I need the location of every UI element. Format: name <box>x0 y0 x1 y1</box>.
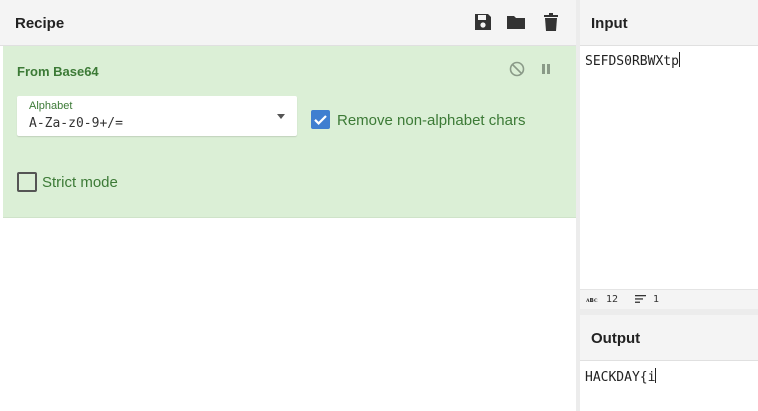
input-status-bar: ᴀʙᴄ 12 1 <box>580 289 758 309</box>
recipe-pane: Recipe From Base64 Alphabet A-Za-z0-9+/=… <box>0 0 576 411</box>
check-icon <box>314 115 327 125</box>
operation-title: From Base64 <box>17 64 99 79</box>
lines-icon <box>635 294 646 307</box>
output-textarea[interactable]: HACKDAY{i <box>585 368 657 385</box>
folder-icon[interactable] <box>506 12 526 32</box>
output-text: HACKDAY{i <box>585 370 656 385</box>
alphabet-label: Alphabet <box>29 100 73 112</box>
input-lines: 1 <box>653 294 660 305</box>
recipe-header: Recipe <box>0 0 576 46</box>
input-text: SEFDS0RBWXtp <box>585 54 679 69</box>
recipe-title: Recipe <box>15 15 65 32</box>
output-header: Output <box>580 315 758 361</box>
trash-icon[interactable] <box>541 12 561 32</box>
save-icon[interactable] <box>473 12 493 32</box>
text-cursor <box>655 368 657 383</box>
abc-icon: ᴀʙᴄ <box>586 296 598 304</box>
alphabet-value: A-Za-z0-9+/= <box>29 116 123 131</box>
input-textarea[interactable]: SEFDS0RBWXtp <box>585 52 680 69</box>
strict-mode-checkbox[interactable] <box>17 172 37 192</box>
remove-non-alphabet-label[interactable]: Remove non-alphabet chars <box>337 112 525 129</box>
pause-icon[interactable] <box>537 60 555 78</box>
text-cursor <box>678 52 680 67</box>
output-title: Output <box>591 330 641 347</box>
remove-non-alphabet-checkbox[interactable] <box>311 110 330 129</box>
chevron-down-icon <box>277 114 285 119</box>
strict-mode-label[interactable]: Strict mode <box>42 174 118 191</box>
input-title: Input <box>591 15 628 32</box>
input-length: 12 <box>606 294 619 305</box>
disable-icon[interactable] <box>508 60 526 78</box>
alphabet-select[interactable]: Alphabet A-Za-z0-9+/= <box>17 96 297 136</box>
from-base64-operation[interactable]: From Base64 Alphabet A-Za-z0-9+/= Remove… <box>3 46 576 218</box>
input-header: Input <box>580 0 758 46</box>
